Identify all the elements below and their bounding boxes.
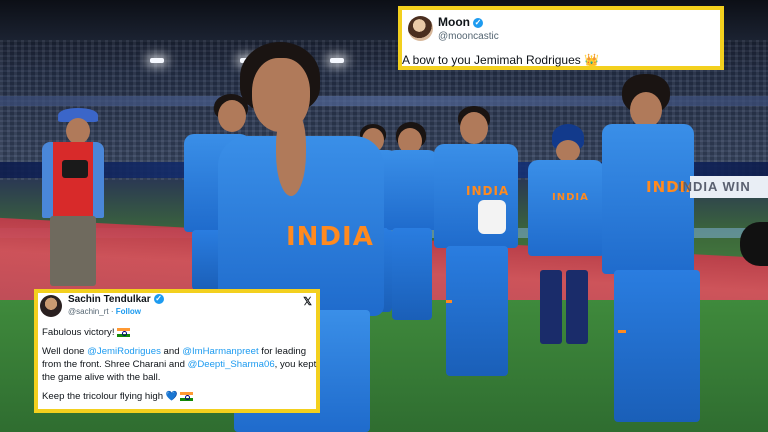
follow-button[interactable]: Follow <box>116 307 141 316</box>
tweet-text-segment: Well done <box>42 346 88 357</box>
avatar[interactable] <box>40 295 62 317</box>
india-flag-icon <box>180 391 194 401</box>
crown-emoji-icon: 👑 <box>584 53 600 67</box>
tweet-line: Keep the tricolour flying high 💙 <box>42 390 318 403</box>
blue-heart-icon: 💙 <box>165 391 178 402</box>
jersey-label: INDIA <box>552 192 589 203</box>
tweet-text-segment: and <box>160 346 183 357</box>
tweet-line-text: Fabulous victory! <box>42 327 115 338</box>
mention-link[interactable]: @Deepti_Sharma06 <box>188 359 275 370</box>
avatar[interactable] <box>408 16 433 41</box>
india-flag-icon <box>117 327 131 337</box>
tweet-author-name[interactable]: Sachin Tendulkar ✓ <box>68 294 164 305</box>
tweet-card-sachin[interactable]: Sachin Tendulkar ✓ @sachin_rt · Follow 𝕏 … <box>34 289 320 413</box>
jersey-label: INDIA <box>466 184 510 198</box>
author-name-text[interactable]: Sachin Tendulkar <box>68 294 151 305</box>
verified-badge-icon: ✓ <box>153 294 164 305</box>
tweet-text: Fabulous victory! Well done @JemiRodrigu… <box>42 326 318 409</box>
tweet-author-name[interactable]: Moon ✓ <box>438 15 483 29</box>
tweet-line: Well done @JemiRodrigues and @ImHarmanpr… <box>42 345 318 384</box>
tweet-body: A bow to you Jemimah Rodrigues <box>402 53 581 67</box>
author-name-text[interactable]: Moon <box>438 15 470 29</box>
separator: · <box>108 307 116 316</box>
floodlight <box>330 58 344 63</box>
tv-camera <box>740 222 768 266</box>
board-text: INDIA WIN <box>678 179 751 194</box>
tweet-author-handle-row: @sachin_rt · Follow <box>68 307 141 316</box>
tweet-line-text: Keep the tricolour flying high <box>42 391 164 402</box>
mention-link[interactable]: @ImHarmanpreet <box>182 346 258 357</box>
floodlight <box>150 58 164 63</box>
mention-link[interactable]: @JemiRodrigues <box>87 346 161 357</box>
verified-badge-icon: ✓ <box>473 17 483 28</box>
tweet-line: Fabulous victory! <box>42 326 318 339</box>
tweet-text: A bow to you Jemimah Rodrigues 👑 <box>402 53 599 67</box>
tweet-author-handle[interactable]: @sachin_rt <box>68 307 109 316</box>
x-logo-icon[interactable]: 𝕏 <box>303 295 312 308</box>
tweet-author-handle[interactable]: @mooncastic <box>438 31 499 42</box>
ad-board-panel: INDIA WIN <box>678 176 768 198</box>
jersey-label: INDIA <box>286 222 374 252</box>
tweet-card-moon[interactable]: Moon ✓ @mooncastic A bow to you Jemimah R… <box>398 6 724 70</box>
